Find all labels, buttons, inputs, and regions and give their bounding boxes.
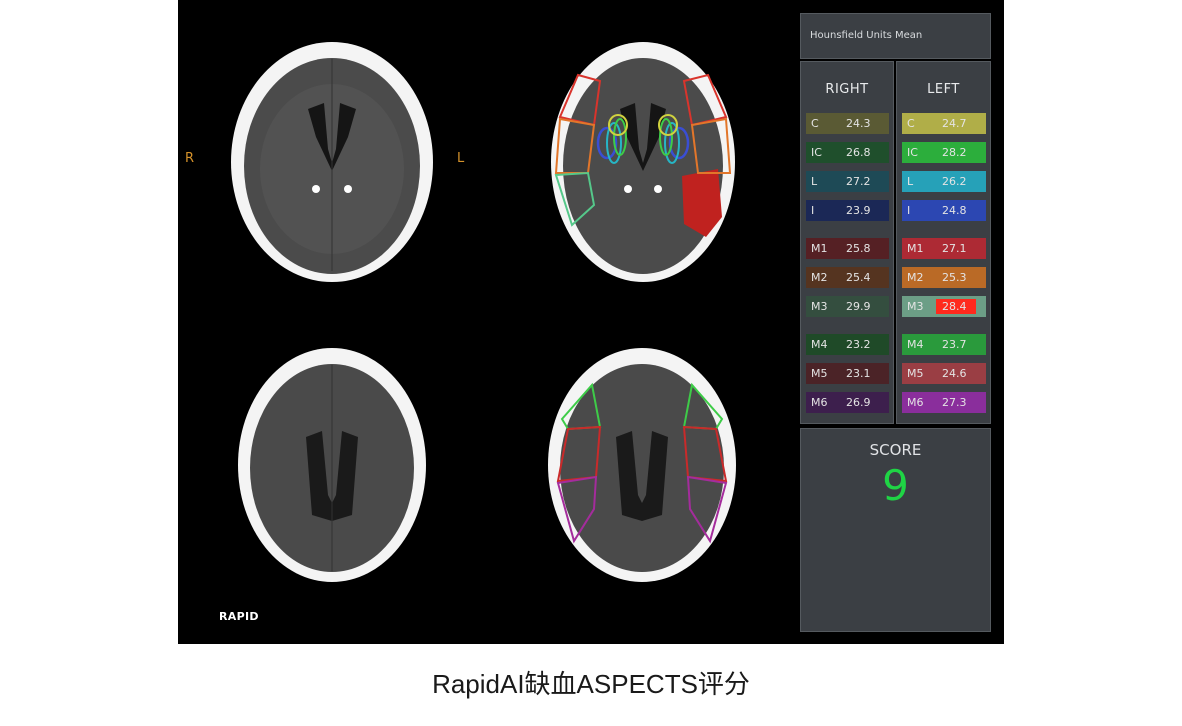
region-label: M4 bbox=[811, 338, 828, 351]
left-region-row: M2 25.3 bbox=[902, 267, 986, 288]
region-label: M6 bbox=[811, 396, 828, 409]
region-label: C bbox=[907, 117, 915, 130]
score-value: 9 bbox=[882, 461, 909, 510]
aspects-score-panel: SCORE 9 bbox=[800, 428, 991, 632]
left-hemisphere-column: LEFT C 24.7 IC 28.2 L 26.2 I 24.8 M1 27.1 M2 25.3 M3… bbox=[896, 61, 991, 424]
region-hu-value: 28.2 bbox=[942, 146, 967, 159]
right-region-row: M1 25.8 bbox=[806, 238, 889, 259]
region-label: M1 bbox=[907, 242, 924, 255]
right-column-header: RIGHT bbox=[825, 82, 869, 97]
region-hu-value: 24.7 bbox=[942, 117, 967, 130]
axial-ct-scan-supraganglionic bbox=[238, 348, 426, 582]
orientation-right-label: R bbox=[185, 151, 195, 166]
region-label: IC bbox=[907, 146, 918, 159]
region-hu-value: 27.2 bbox=[846, 175, 871, 188]
orientation-left-label: L bbox=[457, 151, 465, 166]
region-label: M3 bbox=[811, 300, 828, 313]
region-hu-value: 26.9 bbox=[846, 396, 871, 409]
right-region-row: M4 23.2 bbox=[806, 334, 889, 355]
region-hu-value: 24.6 bbox=[942, 367, 967, 380]
rapid-watermark: RAPID bbox=[219, 610, 259, 623]
region-hu-value: 26.2 bbox=[942, 175, 967, 188]
right-region-row: M3 29.9 bbox=[806, 296, 889, 317]
region-hu-value: 28.4 bbox=[942, 300, 967, 313]
region-hu-value: 27.1 bbox=[942, 242, 967, 255]
region-hu-value: 23.1 bbox=[846, 367, 871, 380]
region-hu-value: 25.3 bbox=[942, 271, 967, 284]
region-label: L bbox=[811, 175, 818, 188]
region-hu-value: 29.9 bbox=[846, 300, 871, 313]
left-region-row: M3 28.4 bbox=[902, 296, 986, 317]
region-label: I bbox=[811, 204, 815, 217]
left-column-header: LEFT bbox=[927, 82, 960, 97]
right-hemisphere-column: RIGHT C 24.3 IC 26.8 L 27.2 I 23.9 M1 25.8 M2 25.4 M… bbox=[800, 61, 894, 424]
region-label: M3 bbox=[907, 300, 924, 313]
region-label: M4 bbox=[907, 338, 924, 351]
right-region-row: M5 23.1 bbox=[806, 363, 889, 384]
left-region-row: M5 24.6 bbox=[902, 363, 986, 384]
figure-caption: RapidAI缺血ASPECTS评分 bbox=[432, 669, 750, 699]
region-label: M6 bbox=[907, 396, 924, 409]
hounsfield-units-header: Hounsfield Units Mean bbox=[800, 13, 991, 59]
region-label: L bbox=[907, 175, 914, 188]
region-label: M5 bbox=[811, 367, 828, 380]
right-region-row: IC 26.8 bbox=[806, 142, 889, 163]
left-region-row: C 24.7 bbox=[902, 113, 986, 134]
region-hu-value: 24.3 bbox=[846, 117, 871, 130]
right-region-row: I 23.9 bbox=[806, 200, 889, 221]
region-label: M5 bbox=[907, 367, 924, 380]
region-label: M2 bbox=[811, 271, 828, 284]
region-label: IC bbox=[811, 146, 822, 159]
region-label: I bbox=[907, 204, 911, 217]
region-hu-value: 23.2 bbox=[846, 338, 871, 351]
score-label: SCORE bbox=[869, 441, 922, 459]
region-hu-value: 25.4 bbox=[846, 271, 871, 284]
left-region-row: I 24.8 bbox=[902, 200, 986, 221]
axial-ct-scan-supraganglionic-aspects-overlay bbox=[548, 348, 736, 582]
region-hu-value: 25.8 bbox=[846, 242, 871, 255]
left-region-row: IC 28.2 bbox=[902, 142, 986, 163]
right-region-row: M2 25.4 bbox=[806, 267, 889, 288]
right-region-row: L 27.2 bbox=[806, 171, 889, 192]
region-hu-value: 23.7 bbox=[942, 338, 967, 351]
ct-viewer: R L RAPID Hounsfield Units Mean RIGHT C 2… bbox=[178, 0, 1004, 644]
axial-ct-scan-ganglionic-aspects-overlay bbox=[551, 42, 735, 282]
region-hu-value: 24.8 bbox=[942, 204, 967, 217]
region-hu-value: 23.9 bbox=[846, 204, 871, 217]
hu-panel-title: Hounsfield Units Mean bbox=[810, 30, 923, 41]
region-label: C bbox=[811, 117, 819, 130]
left-region-row: M1 27.1 bbox=[902, 238, 986, 259]
left-region-row: L 26.2 bbox=[902, 171, 986, 192]
region-hu-value: 26.8 bbox=[846, 146, 871, 159]
region-label: M2 bbox=[907, 271, 924, 284]
right-region-row: C 24.3 bbox=[806, 113, 889, 134]
right-region-row: M6 26.9 bbox=[806, 392, 889, 413]
axial-ct-scan-ganglionic bbox=[231, 42, 433, 282]
region-label: M1 bbox=[811, 242, 828, 255]
left-region-row: M4 23.7 bbox=[902, 334, 986, 355]
left-region-row: M6 27.3 bbox=[902, 392, 986, 413]
region-hu-value: 27.3 bbox=[942, 396, 967, 409]
